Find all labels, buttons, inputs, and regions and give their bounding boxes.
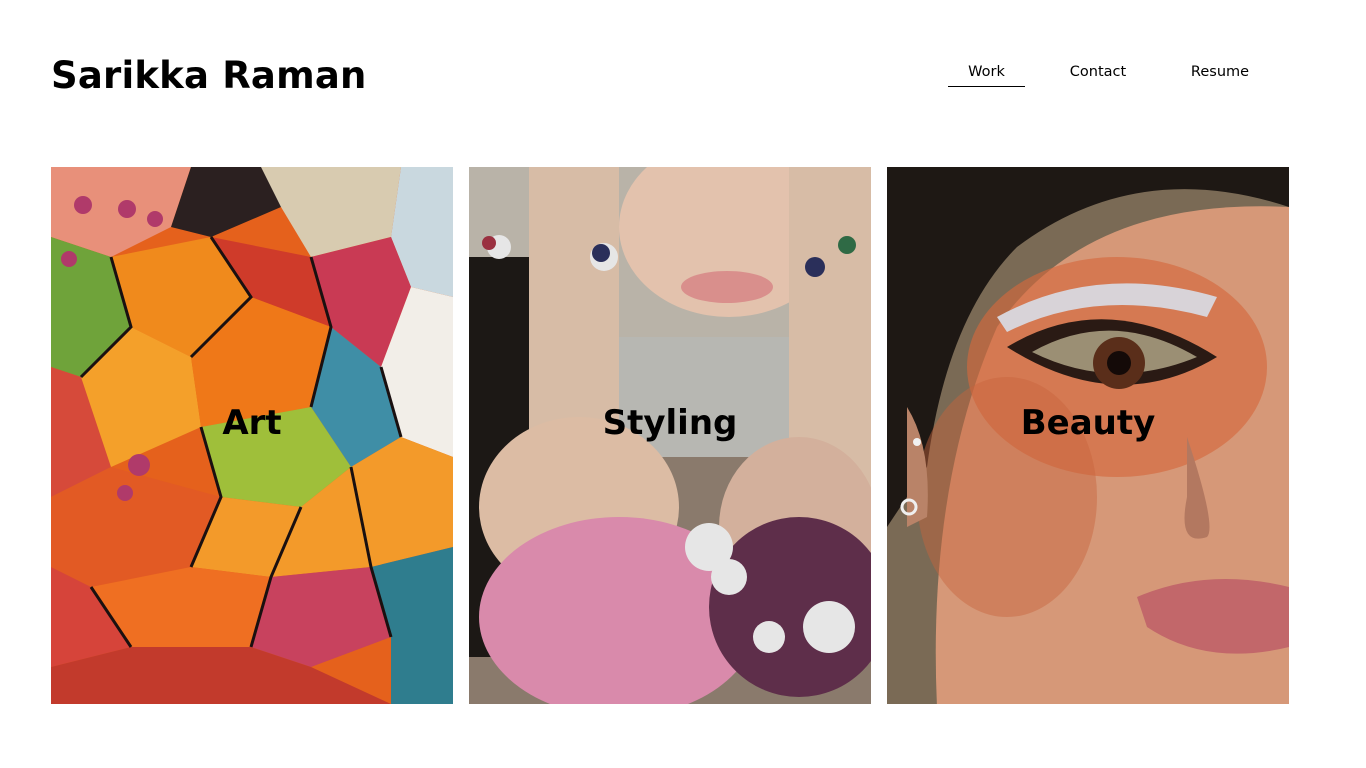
card-label-styling: Styling [602,403,738,443]
nav-contact-link[interactable]: Contact [1058,58,1138,86]
card-label-art: Art [222,403,282,443]
site-title[interactable]: Sarikka Raman [51,52,367,100]
card-label-beauty: Beauty [1020,403,1156,443]
nav-resume-link[interactable]: Resume [1180,58,1260,86]
main-nav: Work Contact Resume [948,58,1288,90]
gallery-card-beauty[interactable]: Beauty [887,167,1289,704]
active-nav-underline [948,86,1025,87]
gallery-card-art[interactable]: Art [51,167,453,704]
gallery-card-styling[interactable]: Styling [469,167,871,704]
nav-work-link[interactable]: Work [948,58,1025,86]
